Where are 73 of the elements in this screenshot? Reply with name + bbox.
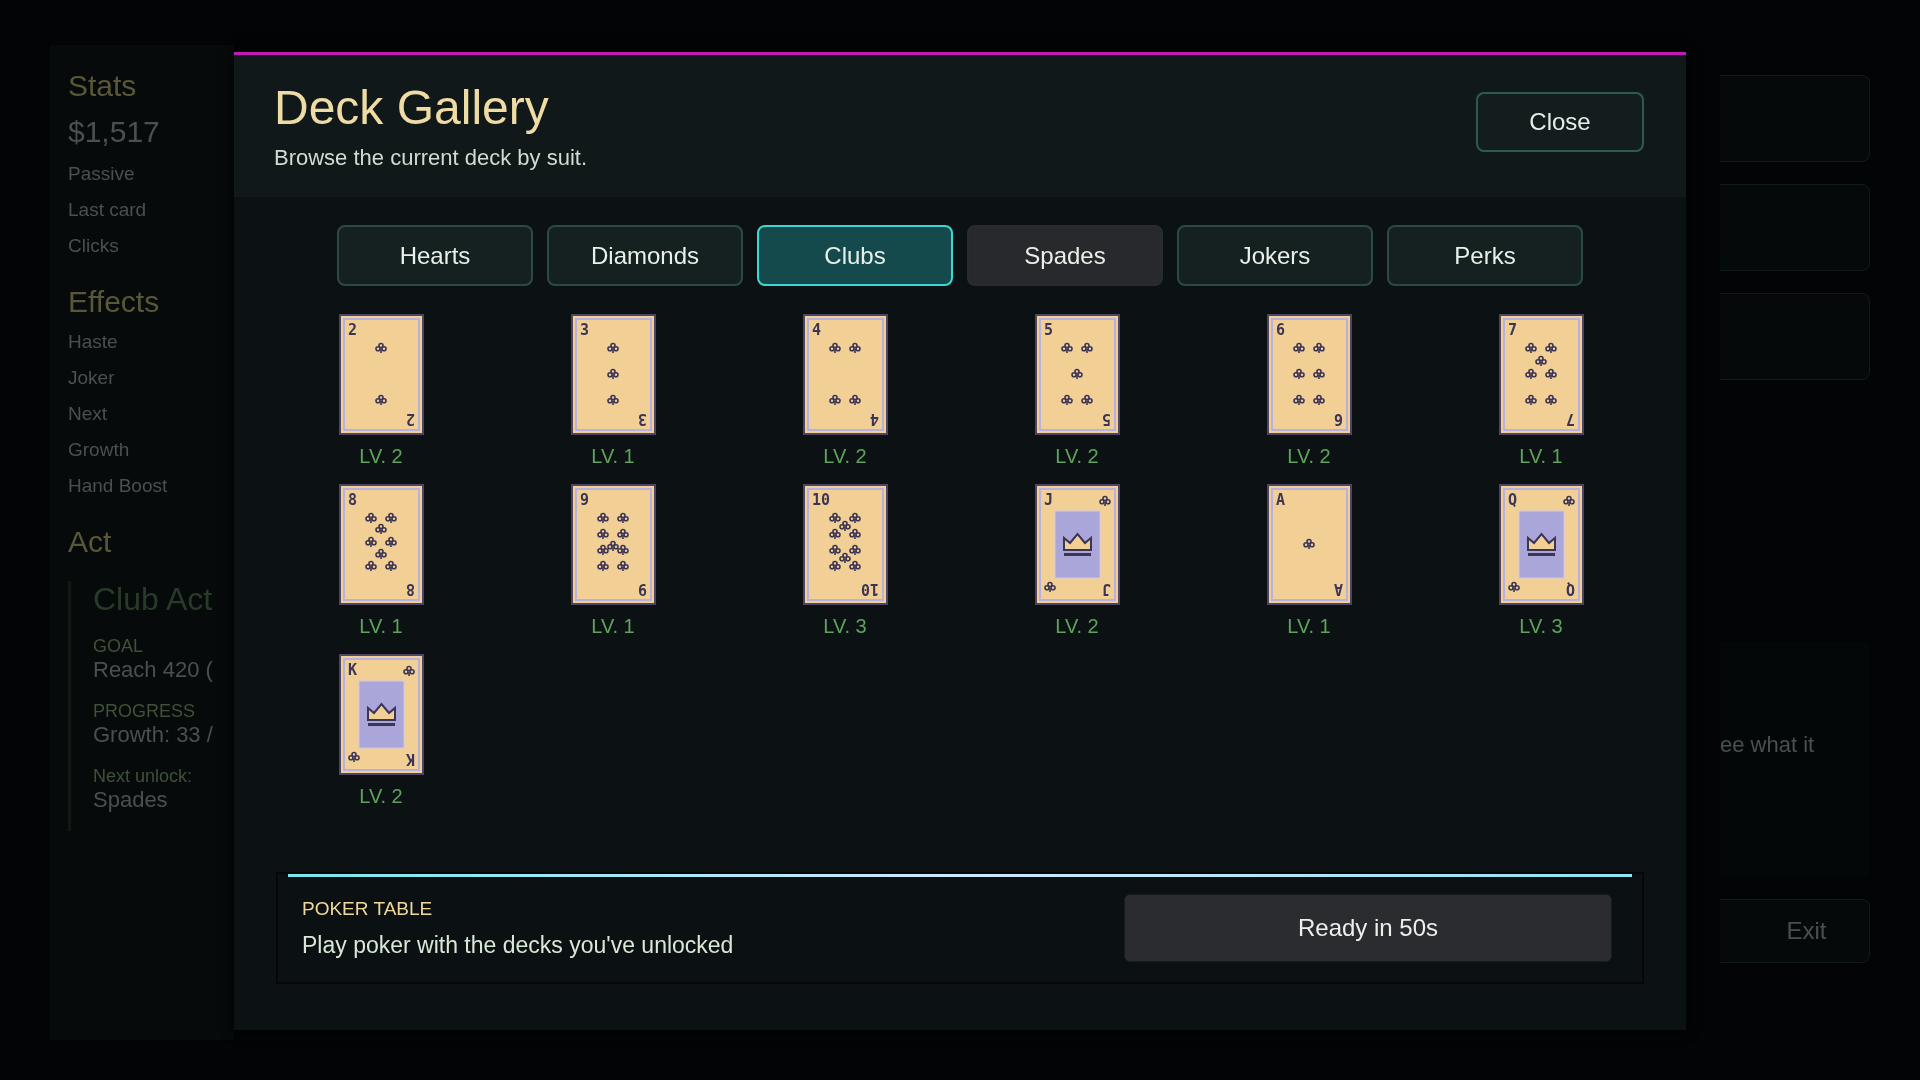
goal-label: GOAL — [93, 636, 145, 657]
card-level: LV. 2 — [1055, 445, 1099, 468]
section-title: Effects — [68, 285, 161, 319]
card-rank: 9 — [637, 580, 647, 598]
card-rank: 2 — [405, 410, 415, 428]
card-rank: Q — [1565, 580, 1575, 598]
card-rank: 3 — [637, 410, 647, 428]
next-unlock-label: Next unlock: — [93, 766, 194, 787]
card-rank: 5 — [1043, 321, 1053, 339]
suit-tab[interactable]: Diamonds — [547, 225, 743, 286]
effect-label: Joker — [68, 367, 116, 389]
card-level: LV. 1 — [1287, 615, 1331, 638]
close-button[interactable]: Close — [1476, 92, 1644, 152]
section-title: Stats — [68, 69, 138, 103]
card-rank: 5 — [1101, 410, 1111, 428]
card-rank: 7 — [1565, 410, 1575, 428]
card-rank: 3 — [579, 321, 589, 339]
suit-tab[interactable]: Perks — [1387, 225, 1583, 286]
card-rank: A — [1275, 491, 1285, 509]
card-level: LV. 1 — [1519, 445, 1563, 468]
card-rank: 10 — [860, 580, 879, 598]
crown-icon — [366, 702, 396, 726]
next-unlock-text: Spades — [93, 787, 169, 813]
card-level: LV. 2 — [359, 785, 403, 808]
card-rank: 8 — [405, 580, 415, 598]
suit-tab[interactable]: Spades — [967, 225, 1163, 286]
effect-label: Hand Boost — [68, 475, 169, 497]
dialog-title: Deck Gallery — [274, 80, 550, 135]
card-rank: 6 — [1275, 321, 1285, 339]
money-amount: $1,517 — [68, 115, 161, 149]
card-level: LV. 3 — [823, 615, 867, 638]
card-rank: J — [1101, 580, 1111, 598]
card-level: LV. 1 — [359, 615, 403, 638]
progress-text: Growth: 33 / — [93, 722, 214, 748]
poker-table-description: Play poker with the decks you've unlocked — [302, 931, 734, 959]
card-rank: K — [347, 661, 357, 679]
card-level: LV. 2 — [1055, 615, 1099, 638]
card-rank: 6 — [1333, 410, 1343, 428]
progress-label: PROGRESS — [93, 701, 197, 722]
ready-button[interactable]: Ready in 50s — [1124, 894, 1612, 962]
card-rank: 9 — [579, 491, 589, 509]
card-rank: 4 — [811, 321, 821, 339]
card-level: LV. 3 — [1519, 615, 1563, 638]
hint-text: ee what it — [1720, 731, 1815, 758]
suit-tab[interactable]: Jokers — [1177, 225, 1373, 286]
card-rank: A — [1333, 580, 1343, 598]
stat-label: Clicks — [68, 235, 120, 257]
dialog-subtitle: Browse the current deck by suit. — [274, 145, 588, 171]
card-level: LV. 2 — [359, 445, 403, 468]
card-rank: K — [405, 750, 415, 768]
card-rank: 2 — [347, 321, 357, 339]
card-rank: J — [1043, 491, 1053, 509]
stat-label: Passive — [68, 163, 136, 185]
effect-label: Haste — [68, 331, 119, 353]
card-rank: 7 — [1507, 321, 1517, 339]
card-rank: 10 — [811, 491, 830, 509]
card-rank: 8 — [347, 491, 357, 509]
effect-label: Growth — [68, 439, 131, 461]
card-level: LV. 1 — [591, 615, 635, 638]
crown-icon — [1526, 532, 1556, 556]
section-title: Act — [68, 525, 113, 559]
effect-label: Next — [68, 403, 109, 425]
goal-text: Reach 420 ( — [93, 657, 214, 683]
card-level: LV. 2 — [1287, 445, 1331, 468]
card-level: LV. 1 — [591, 445, 635, 468]
poker-table-label: POKER TABLE — [302, 897, 434, 920]
card-rank: 4 — [869, 410, 879, 428]
crown-icon — [1062, 532, 1092, 556]
card-rank: Q — [1507, 491, 1517, 509]
card-level: LV. 2 — [823, 445, 867, 468]
stat-label: Last card — [68, 199, 148, 221]
suit-tab[interactable]: Clubs — [757, 225, 953, 286]
suit-tab[interactable]: Hearts — [337, 225, 533, 286]
